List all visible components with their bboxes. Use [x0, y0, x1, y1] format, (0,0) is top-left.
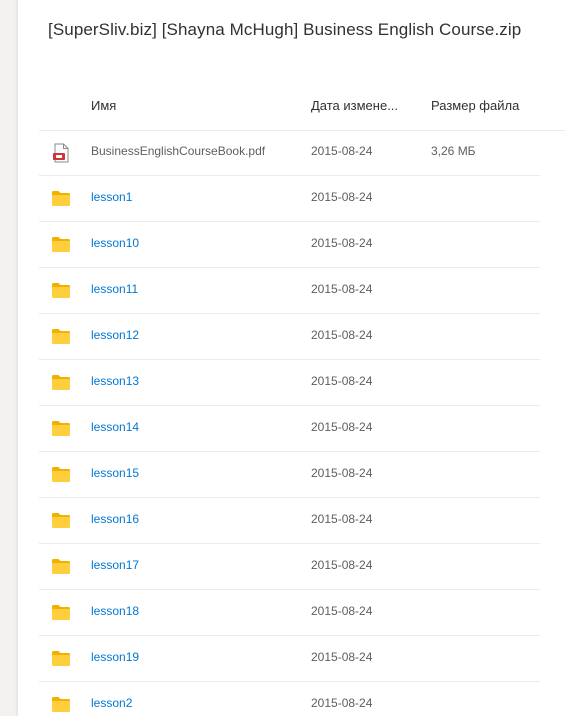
item-modified-date: 2015-08-24	[311, 190, 373, 204]
item-size: 3,26 МБ	[431, 144, 476, 158]
file-list-row[interactable]: lesson11 2015-08-24	[39, 268, 540, 314]
item-name[interactable]: lesson14	[91, 420, 139, 434]
file-list-row[interactable]: lesson18 2015-08-24	[39, 590, 540, 636]
archive-preview-panel: [SuperSliv.biz] [Shayna McHugh] Business…	[18, 0, 565, 716]
item-name[interactable]: lesson18	[91, 604, 139, 618]
folder-icon	[51, 281, 71, 299]
item-modified-date: 2015-08-24	[311, 374, 373, 388]
file-list-row[interactable]: lesson16 2015-08-24	[39, 498, 540, 544]
file-list-row[interactable]: lesson10 2015-08-24	[39, 222, 540, 268]
item-name[interactable]: lesson2	[91, 696, 132, 710]
column-header-modified[interactable]: Дата измене...	[311, 98, 398, 113]
item-modified-date: 2015-08-24	[311, 420, 373, 434]
item-name[interactable]: lesson12	[91, 328, 139, 342]
pdf-file-icon	[51, 143, 71, 163]
item-name[interactable]: lesson15	[91, 466, 139, 480]
file-list-row[interactable]: lesson19 2015-08-24	[39, 636, 540, 682]
file-list-row[interactable]: lesson12 2015-08-24	[39, 314, 540, 360]
file-list: BusinessEnglishCourseBook.pdf 2015-08-24 3…	[39, 130, 540, 716]
item-modified-date: 2015-08-24	[311, 466, 373, 480]
folder-icon	[51, 465, 71, 483]
file-list-row[interactable]: lesson13 2015-08-24	[39, 360, 540, 406]
item-modified-date: 2015-08-24	[311, 144, 373, 158]
item-modified-date: 2015-08-24	[311, 512, 373, 526]
item-name[interactable]: BusinessEnglishCourseBook.pdf	[91, 144, 265, 158]
item-name[interactable]: lesson11	[91, 282, 138, 296]
folder-icon	[51, 603, 71, 621]
folder-icon	[51, 327, 71, 345]
folder-icon	[51, 511, 71, 529]
file-list-row[interactable]: lesson14 2015-08-24	[39, 406, 540, 452]
item-modified-date: 2015-08-24	[311, 328, 373, 342]
file-list-row[interactable]: lesson15 2015-08-24	[39, 452, 540, 498]
archive-title: [SuperSliv.biz] [Shayna McHugh] Business…	[48, 20, 522, 39]
item-name[interactable]: lesson13	[91, 374, 139, 388]
item-name[interactable]: lesson19	[91, 650, 139, 664]
file-list-row[interactable]: lesson2 2015-08-24	[39, 682, 540, 716]
file-list-row[interactable]: lesson17 2015-08-24	[39, 544, 540, 590]
folder-icon	[51, 189, 71, 207]
item-name[interactable]: lesson16	[91, 512, 139, 526]
column-header-row: Имя Дата измене... Размер файла	[39, 84, 565, 131]
folder-icon	[51, 649, 71, 667]
folder-icon	[51, 235, 71, 253]
column-header-name[interactable]: Имя	[91, 98, 116, 113]
folder-icon	[51, 557, 71, 575]
item-modified-date: 2015-08-24	[311, 696, 373, 710]
item-modified-date: 2015-08-24	[311, 558, 373, 572]
item-modified-date: 2015-08-24	[311, 282, 373, 296]
item-name[interactable]: lesson1	[91, 190, 132, 204]
item-modified-date: 2015-08-24	[311, 650, 373, 664]
folder-icon	[51, 373, 71, 391]
column-header-size[interactable]: Размер файла	[431, 98, 519, 113]
file-list-row[interactable]: lesson1 2015-08-24	[39, 176, 540, 222]
item-name[interactable]: lesson17	[91, 558, 139, 572]
item-name[interactable]: lesson10	[91, 236, 139, 250]
item-modified-date: 2015-08-24	[311, 236, 373, 250]
item-modified-date: 2015-08-24	[311, 604, 373, 618]
folder-icon	[51, 695, 71, 713]
folder-icon	[51, 419, 71, 437]
file-list-row[interactable]: BusinessEnglishCourseBook.pdf 2015-08-24 3…	[39, 130, 540, 176]
